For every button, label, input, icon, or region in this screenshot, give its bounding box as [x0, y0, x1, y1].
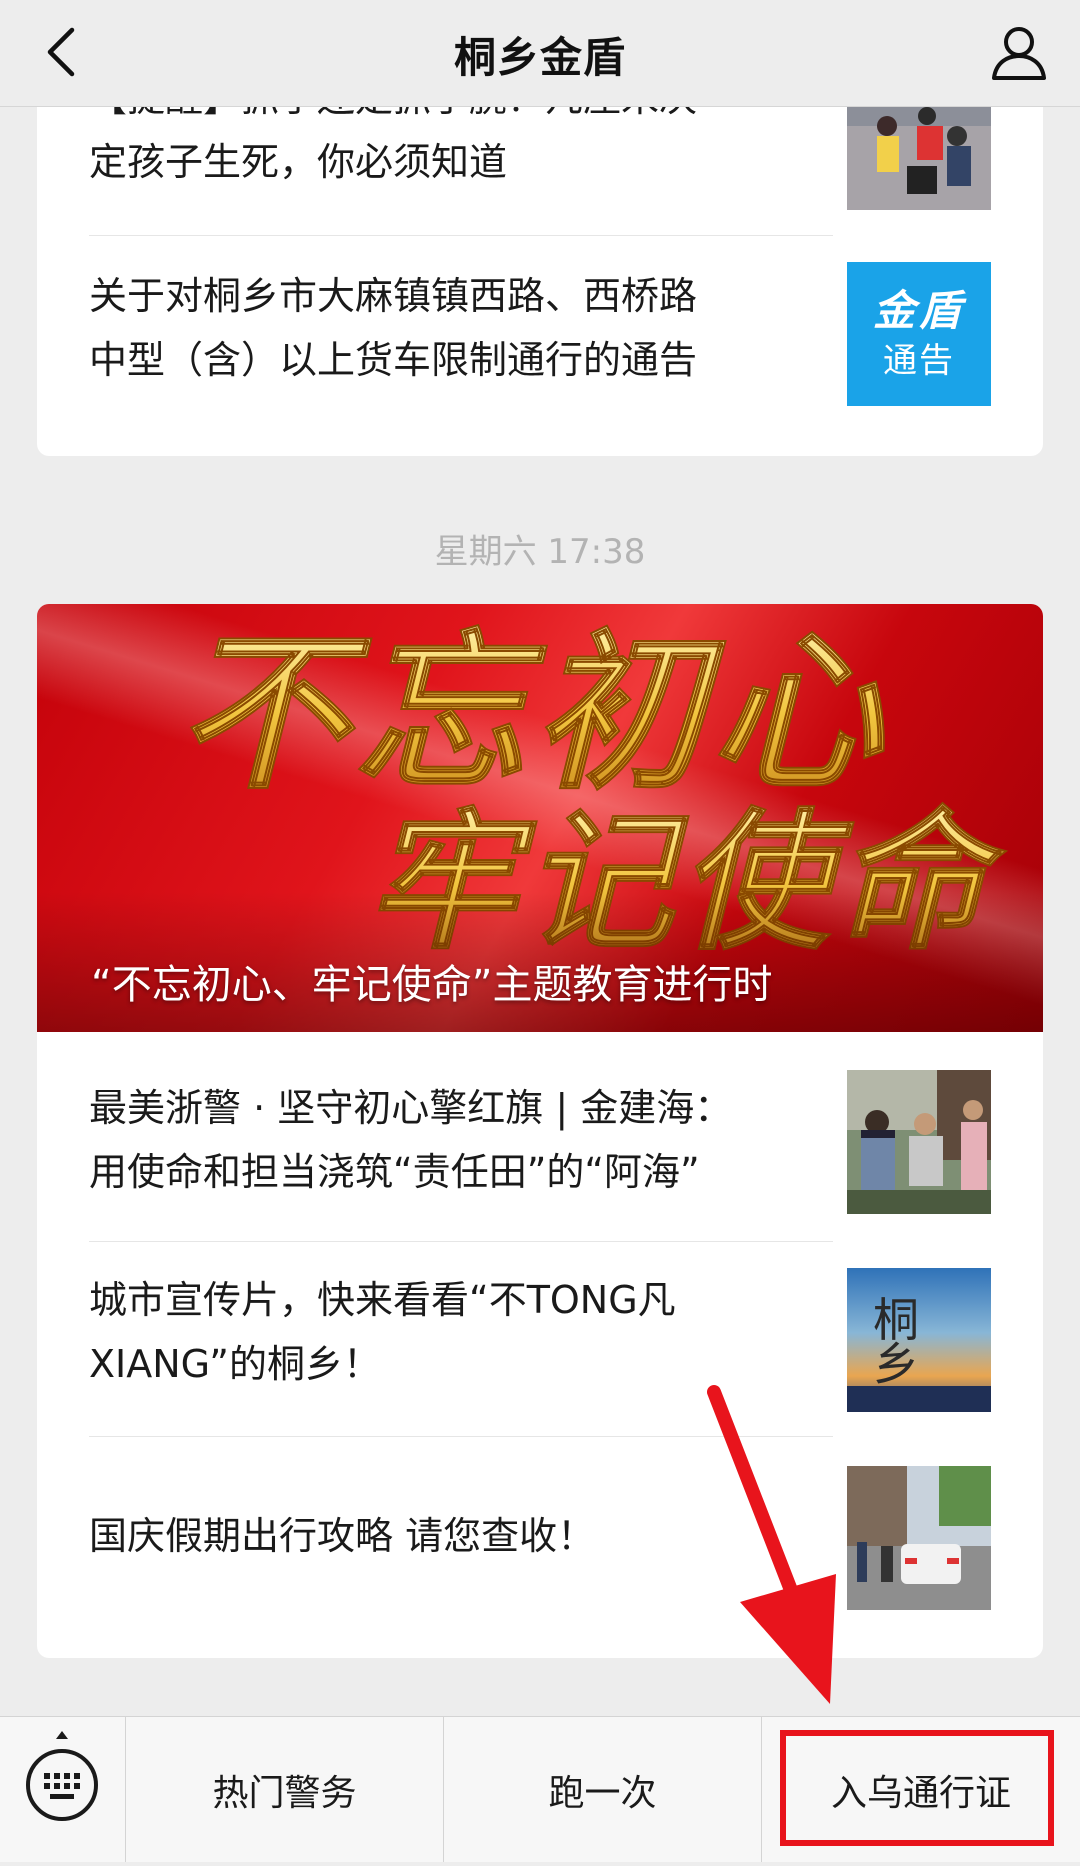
tongxiang-promo-text: 桐乡 — [873, 1293, 919, 1391]
red-arrow-icon — [707, 1385, 836, 1704]
menu-run-once[interactable]: 跑一次 — [444, 1717, 762, 1862]
title-line: 关于对桐乡市大麻镇镇西路、西桥路 — [89, 274, 698, 318]
article-title[interactable]: 关于对桐乡市大麻镇镇西路、西桥路 中型（含）以上货车限制通行的通告 — [89, 264, 789, 392]
article-card-2: 不忘初心 牢记使命 “不忘初心、牢记使命”主题教育进行时 最美浙警 · 坚守初心… — [37, 604, 1043, 1658]
menu-hot-police-affairs[interactable]: 热门警务 — [126, 1717, 444, 1862]
article-title[interactable]: 城市宣传片，快来看看“不TONG凡 XIANG”的桐乡！ — [89, 1268, 789, 1396]
keyboard-toggle[interactable] — [0, 1717, 126, 1862]
message-timestamp: 星期六 17:38 — [434, 532, 646, 572]
hero-caption: “不忘初心、牢记使命”主题教育进行时 — [91, 962, 773, 1008]
article-title[interactable]: 最美浙警 · 坚守初心擎红旗 | 金建海： 用使命和担当浇筑“责任田”的“阿海” — [89, 1076, 789, 1204]
title-line: 城市宣传片，快来看看“不TONG凡 — [89, 1278, 676, 1322]
article-thumbnail[interactable] — [847, 1070, 991, 1214]
nav-bar: 桐乡金盾 — [0, 0, 1080, 107]
list-item[interactable]: 最美浙警 · 坚守初心擎红旗 | 金建海： 用使命和担当浇筑“责任田”的“阿海” — [89, 1070, 991, 1220]
list-item[interactable]: 关于对桐乡市大麻镇镇西路、西桥路 中型（含）以上货车限制通行的通告 金盾 通告 — [89, 262, 991, 412]
page-title: 桐乡金盾 — [453, 33, 626, 82]
keyboard-icon[interactable] — [0, 1717, 125, 1862]
highlight-box — [780, 1730, 1054, 1846]
menu-label: 跑一次 — [548, 1772, 657, 1814]
notice-logo-subtitle: 通告 — [883, 341, 955, 381]
title-line: 最美浙警 · 坚守初心擎红旗 | 金建海： — [89, 1086, 733, 1130]
article-thumbnail[interactable]: 金盾 通告 — [847, 262, 991, 406]
title-line: 定孩子生死，你必须知道 — [89, 140, 508, 184]
menu-label: 热门警务 — [212, 1772, 357, 1814]
notice-logo-title: 金盾 — [872, 286, 965, 335]
hero-banner[interactable]: 不忘初心 牢记使命 “不忘初心、牢记使命”主题教育进行时 — [37, 604, 1043, 1032]
title-line: 用使命和担当浇筑“责任田”的“阿海” — [89, 1150, 700, 1194]
calligraphy-line-1: 不忘初心 — [177, 613, 889, 813]
divider — [89, 1241, 833, 1242]
divider — [89, 235, 833, 236]
user-icon[interactable] — [988, 22, 1050, 84]
title-line: 中型（含）以上货车限制通行的通告 — [89, 338, 698, 382]
